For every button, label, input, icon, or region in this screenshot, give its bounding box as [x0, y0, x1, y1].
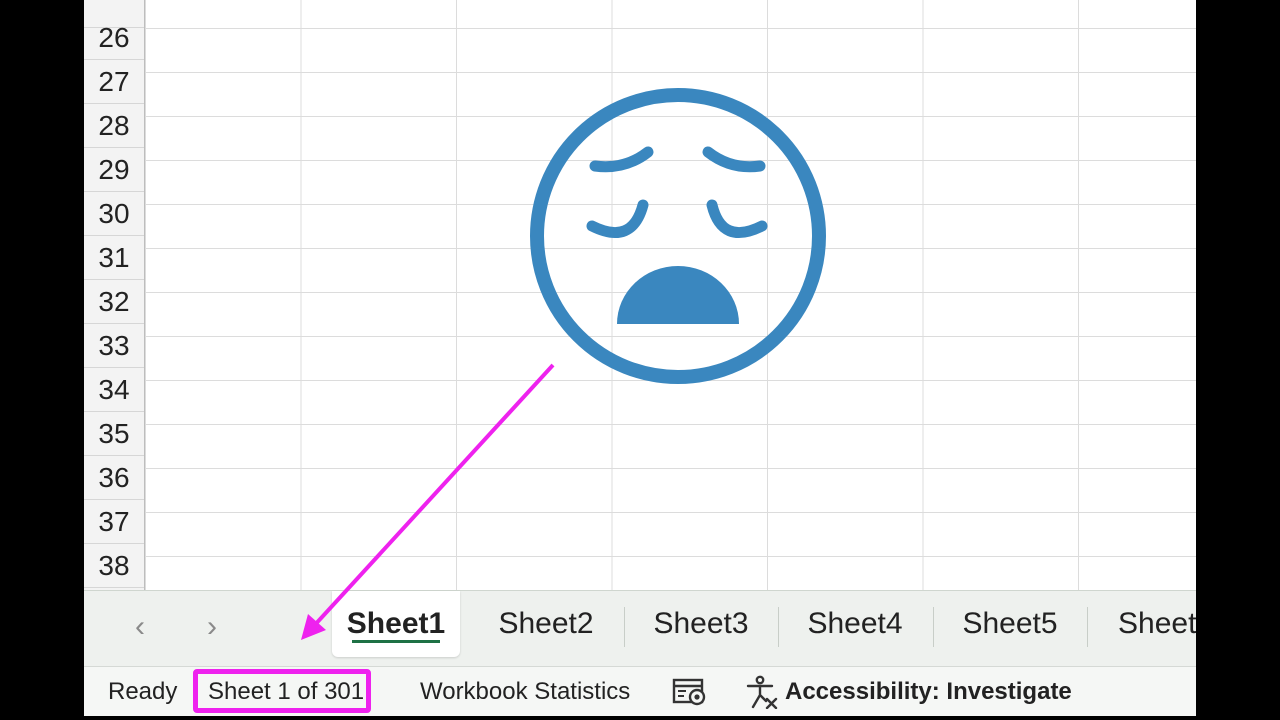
row-header[interactable]: 35: [84, 412, 144, 456]
sheet-tab-sheet1[interactable]: Sheet1: [332, 591, 460, 657]
row-header[interactable]: 34: [84, 368, 144, 412]
row-header[interactable]: 31: [84, 236, 144, 280]
sheet-tab-sheet2[interactable]: Sheet2: [470, 591, 622, 657]
excel-window: 26 27 28 29 30 31 32 33 34 35 36 37 38 ‹…: [84, 0, 1196, 716]
sheet-tab-label: Sheet3: [653, 607, 749, 640]
row-header[interactable]: 27: [84, 60, 144, 104]
row-header[interactable]: 28: [84, 104, 144, 148]
row-header[interactable]: 33: [84, 324, 144, 368]
sheet-tab-sheet3[interactable]: Sheet3: [625, 591, 777, 657]
sheet-counter[interactable]: Sheet 1 of 301: [208, 667, 364, 716]
accessibility-status[interactable]: Accessibility: Investigate: [785, 667, 1072, 716]
tab-separator: [1087, 607, 1088, 647]
sheet-tab-sheet5[interactable]: Sheet5: [934, 591, 1086, 657]
row-header[interactable]: 32: [84, 280, 144, 324]
sheet-tab-label: Sheet5: [962, 607, 1058, 640]
cell-grid[interactable]: [145, 0, 1196, 590]
row-header[interactable]: 37: [84, 500, 144, 544]
workbook-statistics-button[interactable]: Workbook Statistics: [420, 667, 630, 716]
active-tab-underline: [352, 640, 440, 643]
status-bar: Ready Sheet 1 of 301 Workbook Statistics…: [84, 666, 1196, 716]
row-header[interactable]: 36: [84, 456, 144, 500]
sheet-tab-sheet4[interactable]: Sheet4: [779, 591, 931, 657]
status-ready: Ready: [108, 678, 178, 705]
row-header[interactable]: 30: [84, 192, 144, 236]
sheet-tabs-bar: ‹ › Sheet1 Sheet2 Sheet3 Sheet4 Sheet5 S…: [84, 590, 1196, 667]
sheet-tab-sheet6[interactable]: Sheet: [1118, 591, 1196, 657]
sheet-tab-label: Sheet: [1118, 607, 1196, 640]
sheet-tab-label: Sheet2: [498, 607, 594, 640]
chevron-left-icon[interactable]: ‹: [120, 607, 160, 647]
row-header[interactable]: 26: [84, 16, 144, 60]
chevron-right-icon[interactable]: ›: [192, 607, 232, 647]
row-header[interactable]: 29: [84, 148, 144, 192]
row-headers: 26 27 28 29 30 31 32 33 34 35 36 37 38: [84, 0, 145, 590]
sheet-tab-label: Sheet1: [346, 607, 446, 640]
accessibility-icon[interactable]: [744, 667, 778, 716]
workbook-statistics-icon[interactable]: [672, 667, 708, 716]
row-header[interactable]: 38: [84, 544, 144, 588]
sheet-tab-label: Sheet4: [807, 607, 903, 640]
